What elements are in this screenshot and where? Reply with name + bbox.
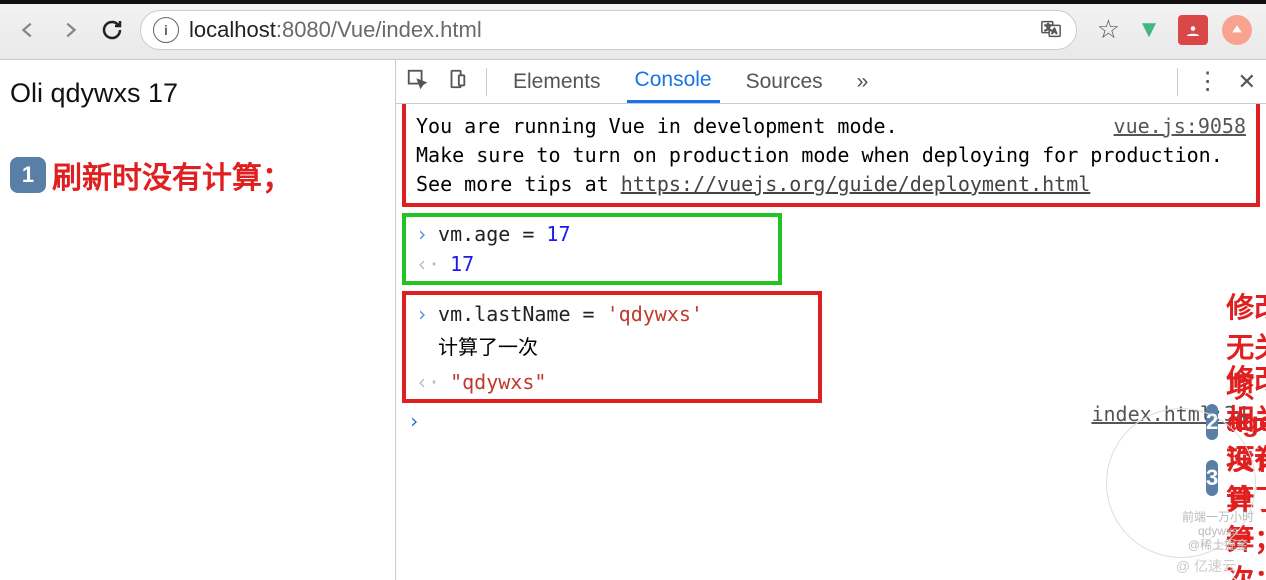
msg1-b: Make sure to turn on production mode whe… <box>416 143 1223 167</box>
prompt-icon: › <box>416 219 428 249</box>
return-icon: ‹· <box>416 249 440 279</box>
console-log-2: 计算了一次 <box>416 329 808 367</box>
cmd1: vm.age = <box>438 222 546 246</box>
reload-button[interactable] <box>98 16 126 44</box>
msg1-a: You are running Vue in development mode. <box>416 114 898 138</box>
device-toggle-icon[interactable] <box>446 68 468 96</box>
ret1: 17 <box>450 249 474 279</box>
log2: 计算了一次 <box>438 333 538 363</box>
url-path: /Vue/index.html <box>331 17 482 43</box>
console-return-1: ‹· 17 <box>416 249 768 279</box>
inspect-element-icon[interactable] <box>406 68 428 96</box>
devtools-panel: Elements Console Sources » ⋮ ✕ top▼ Defa… <box>395 60 1266 580</box>
prompt-icon: › <box>416 299 428 329</box>
svg-text:A: A <box>1052 26 1057 35</box>
console-input-1: › vm.age = 17 <box>416 219 768 249</box>
ret2: "qdywxs" <box>450 367 546 397</box>
page-text: Oli qdywxs 17 <box>10 78 385 109</box>
cmd2b: 'qdywxs' <box>607 302 703 326</box>
profile-avatar-icon[interactable] <box>1222 15 1252 45</box>
devtools-menu-icon[interactable]: ⋮ <box>1196 67 1220 96</box>
bookmark-star-icon[interactable]: ☆ <box>1097 14 1120 45</box>
vue-deployment-link[interactable]: https://vuejs.org/guide/deployment.html <box>621 172 1091 196</box>
page-viewport: Oli qdywxs 17 1 刷新时没有计算； <box>0 60 395 580</box>
vue-devtools-ext-icon[interactable]: ▼ <box>1134 15 1164 45</box>
source-link-vuejs[interactable]: vue.js:9058 <box>1114 112 1246 141</box>
highlight-region-2: › vm.age = 17 ‹· 17 <box>402 213 782 285</box>
watermark-author: 前端一万小时 qdywxs @稀土掘金 <box>1182 510 1254 552</box>
annotation-1: 1 刷新时没有计算； <box>10 153 385 197</box>
devtools-tabbar: Elements Console Sources » ⋮ ✕ <box>396 60 1266 104</box>
tab-sources[interactable]: Sources <box>738 60 831 103</box>
highlight-region-3: › vm.lastName = 'qdywxs' 计算了一次 ‹· "qdywx… <box>402 291 822 403</box>
watermark-site: @ 亿速云 <box>1176 556 1236 576</box>
devtools-close-icon[interactable]: ✕ <box>1238 69 1256 95</box>
msg1-c: See more tips at <box>416 172 621 196</box>
console-input-2: › vm.lastName = 'qdywxs' <box>416 299 808 329</box>
forward-button[interactable] <box>56 16 84 44</box>
console-body: top▼ Default levels ▼ Group simil You ar… <box>396 104 1266 580</box>
return-icon: ‹· <box>416 367 440 397</box>
address-bar[interactable]: i localhost:8080/Vue/index.html 文A <box>140 10 1077 50</box>
url-host: localhost <box>189 17 276 43</box>
content-area: Oli qdywxs 17 1 刷新时没有计算； Elements Consol… <box>0 60 1266 580</box>
back-button[interactable] <box>14 16 42 44</box>
browser-toolbar: i localhost:8080/Vue/index.html 文A ☆ ▼ <box>0 0 1266 60</box>
tab-console[interactable]: Console <box>627 60 720 103</box>
extension-icon[interactable] <box>1178 15 1208 45</box>
highlight-region-1: top▼ Default levels ▼ Group simil You ar… <box>402 104 1260 207</box>
translate-icon[interactable]: 文A <box>1040 18 1064 42</box>
badge-1: 1 <box>10 157 46 193</box>
tab-elements[interactable]: Elements <box>505 60 609 103</box>
vue-warning-message: You are running Vue in development mode.… <box>416 112 1246 199</box>
console-return-2: ‹· "qdywxs" <box>416 367 808 397</box>
badge-3: 3 <box>1206 460 1218 496</box>
url-port: :8080 <box>276 17 331 43</box>
cmd1-val: 17 <box>546 222 570 246</box>
annotation-1-text: 刷新时没有计算； <box>52 153 292 197</box>
site-info-icon[interactable]: i <box>153 17 179 43</box>
tab-more[interactable]: » <box>849 60 877 103</box>
cmd2a: vm.lastName = <box>438 302 607 326</box>
